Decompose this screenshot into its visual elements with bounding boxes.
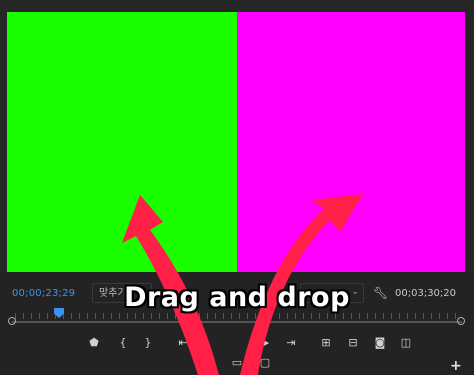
drag-and-drop-caption: Drag and drop: [124, 282, 350, 313]
drag-arrows-overlay: [122, 194, 363, 375]
